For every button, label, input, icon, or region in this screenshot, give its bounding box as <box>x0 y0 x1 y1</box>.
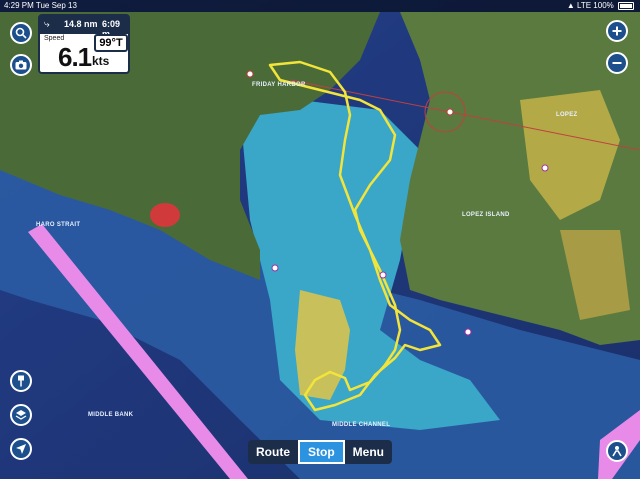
magnifier-icon[interactable] <box>10 22 32 44</box>
navigation-arrow-icon[interactable] <box>10 438 32 460</box>
restricted-area <box>150 203 180 227</box>
status-right: ▲ LTE 100% <box>567 0 634 12</box>
person-glyph <box>612 446 622 457</box>
status-time-date: 4:29 PM Tue Sep 13 <box>4 0 77 12</box>
layers-glyph <box>15 410 27 420</box>
label-lopez-island: LOPEZ ISLAND <box>462 212 510 218</box>
marker-3[interactable] <box>271 264 279 272</box>
battery-icon <box>618 1 634 10</box>
camera-icon[interactable] <box>10 54 32 76</box>
bottom-bar: Route Stop Menu <box>248 440 393 464</box>
distance-value: 14.8 nm <box>64 19 98 29</box>
marker-2[interactable] <box>446 108 454 116</box>
camera-glyph <box>15 60 27 70</box>
plus-icon[interactable] <box>606 20 628 42</box>
status-carrier: LTE <box>576 1 592 10</box>
pin-glyph <box>18 375 24 387</box>
signal-icon: ▲ <box>566 1 575 10</box>
plus-glyph <box>612 26 622 36</box>
pin-icon[interactable] <box>10 370 32 392</box>
label-haro-strait: HARO STRAIT <box>36 222 81 228</box>
menu-button[interactable]: Menu <box>345 440 392 464</box>
status-date: Tue Sep 13 <box>35 1 77 10</box>
status-time: 4:29 PM <box>4 1 34 10</box>
instrument-top-row: ⤷ 14.8 nm 6:09 m <box>40 16 128 39</box>
status-bar: 4:29 PM Tue Sep 13 ▲ LTE 100% <box>0 0 640 12</box>
marker-4[interactable] <box>379 271 387 279</box>
person-icon[interactable] <box>606 440 628 462</box>
layers-icon[interactable] <box>10 404 32 426</box>
marker-6[interactable] <box>464 328 472 336</box>
heading-value: 99°T <box>94 34 128 52</box>
speed-label: Speed <box>44 35 65 42</box>
marker-1[interactable] <box>246 70 254 78</box>
label-lopez: LOPEZ <box>556 112 578 118</box>
label-middle-bank: MIDDLE BANK <box>88 412 134 418</box>
label-friday-harbor: FRIDAY HARBOR <box>252 82 306 88</box>
minus-glyph <box>612 62 622 64</box>
marker-5[interactable] <box>541 164 549 172</box>
route-button[interactable]: Route <box>248 440 298 464</box>
stop-button[interactable]: Stop <box>298 440 345 464</box>
minus-icon[interactable] <box>606 52 628 74</box>
route-icon: ⤷ <box>44 19 50 30</box>
label-middle-channel: MIDDLE CHANNEL <box>332 422 391 428</box>
speed-value: 6.1 <box>58 42 92 72</box>
speed-unit: kts <box>92 54 110 68</box>
search-glyph <box>15 27 27 39</box>
locate-glyph <box>16 444 26 454</box>
status-battery-text: 100% <box>593 1 614 10</box>
